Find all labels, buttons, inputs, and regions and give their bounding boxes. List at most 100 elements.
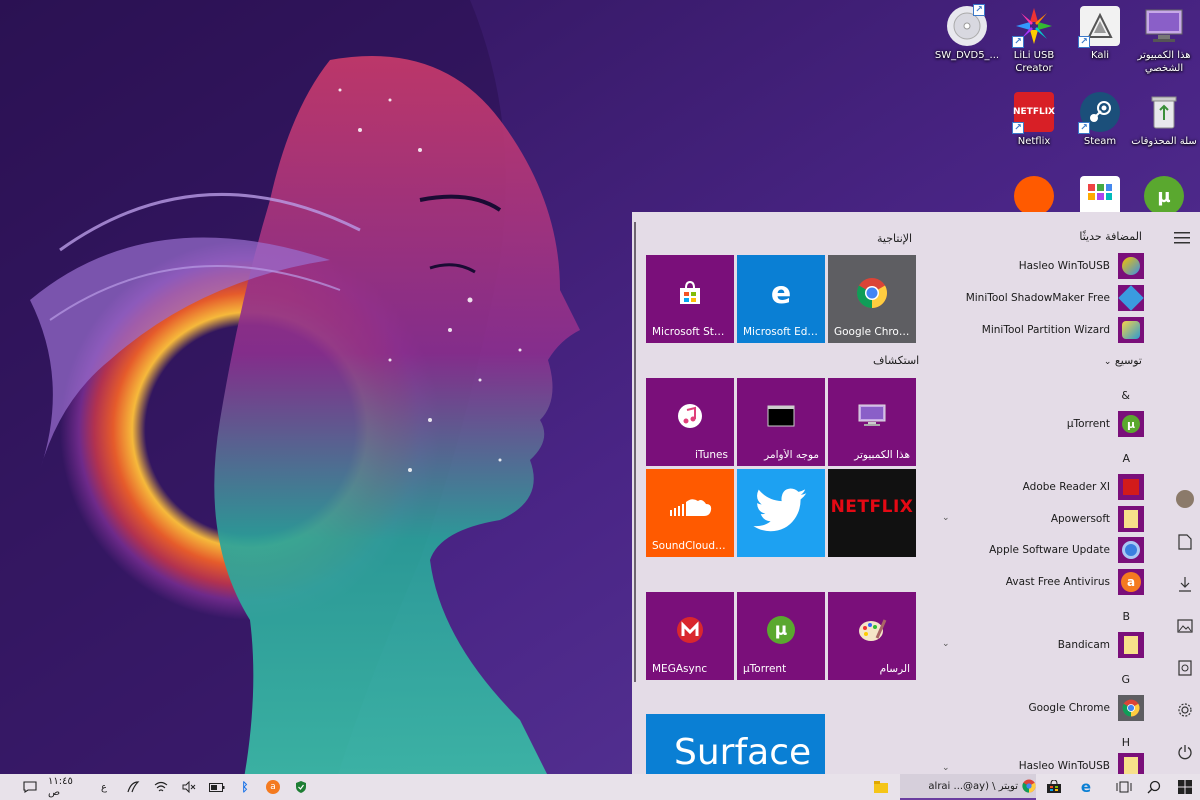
control-panel-icon (1080, 176, 1120, 216)
folder-icon (1118, 632, 1144, 658)
action-center-icon[interactable] (18, 774, 42, 800)
settings-gear-icon[interactable] (1175, 700, 1195, 720)
battery-icon[interactable] (206, 774, 228, 800)
app-label: Apowersoft (1050, 513, 1110, 525)
mega-icon (646, 610, 734, 650)
downloads-icon[interactable] (1175, 574, 1195, 594)
tiles-scrollbar[interactable] (634, 222, 636, 682)
desktop-icon-recycle-bin[interactable]: سلة المحذوفات (1128, 92, 1200, 148)
desktop-icon-netflix[interactable]: NETFLIX ↗ Netflix (998, 92, 1070, 148)
desktop-icon-label: LiLi USB Creator (1013, 50, 1055, 74)
taskbar: ١١:٤٥ ص ع ᛒ a تويتر \ (alrai ...@ay e (0, 774, 1200, 800)
app-list-item[interactable]: Hasleo WinToUSB (944, 252, 1144, 280)
taskbar-chrome-window[interactable]: تويتر \ (alrai ...@ay (900, 774, 1036, 800)
app-list-item[interactable]: MiniTool ShadowMaker Free (944, 284, 1144, 312)
desktop-icon-this-pc[interactable]: هذا الكمبيوتر الشخصي (1128, 6, 1200, 75)
utorrent-icon: µ (737, 610, 825, 650)
security-shield-icon[interactable] (290, 774, 312, 800)
itunes-icon (646, 396, 734, 436)
taskbar-edge[interactable]: e (1072, 774, 1100, 800)
tile-megasync[interactable]: MEGAsync (646, 592, 734, 680)
input-language-indicator[interactable]: ع (94, 774, 114, 800)
tile-label: هذا الكمبيوتر (854, 449, 910, 461)
app-list-item[interactable]: MiniTool Partition Wizard (944, 316, 1144, 344)
app-label: Adobe Reader XI (1022, 481, 1110, 493)
tile-paint[interactable]: الرسام (828, 592, 916, 680)
bluetooth-icon[interactable]: ᛒ (234, 774, 256, 800)
taskbar-file-explorer[interactable] (868, 774, 894, 800)
wifi-icon[interactable] (150, 774, 172, 800)
user-avatar[interactable] (1175, 489, 1195, 509)
hamburger-menu-icon[interactable] (1174, 232, 1190, 244)
tile-microsoft-edge[interactable]: e Microsoft Edge (737, 255, 825, 343)
start-button[interactable] (1170, 774, 1200, 800)
pen-workspace-icon[interactable] (122, 774, 144, 800)
app-list-item[interactable]: Google Chrome (944, 694, 1144, 722)
desktop-icon-steam[interactable]: ↗ Steam (1064, 92, 1136, 148)
documents-icon[interactable] (1175, 532, 1195, 552)
desktop-icon-lili-usb-creator[interactable]: ↗ LiLi USB Creator (998, 6, 1070, 75)
recycle-bin-icon (1144, 92, 1184, 132)
desktop-icon-label: Steam (1083, 136, 1117, 147)
tile-microsoft-store[interactable]: Microsoft Store (646, 255, 734, 343)
tile-command-prompt[interactable]: موجه الأوامر (737, 378, 825, 466)
app-list-item[interactable]: Avast Free Antivirus a (944, 568, 1144, 596)
desktop-icon-kali[interactable]: ↗ Kali (1064, 6, 1136, 62)
recently-added-heading: المضافة حديثًا (1079, 230, 1142, 243)
desktop-icon-label: Netflix (1017, 136, 1051, 147)
kali-icon: ↗ (1078, 6, 1120, 48)
steam-icon: ↗ (1078, 92, 1120, 134)
app-label: Avast Free Antivirus (1005, 576, 1110, 588)
tile-label: µTorrent (743, 663, 787, 675)
task-view-icon[interactable] (1110, 774, 1138, 800)
tile-google-chrome[interactable]: Google Chrome (828, 255, 916, 343)
start-tiles-area: الإنتاجية Microsoft Store e Microsoft Ed… (632, 212, 930, 774)
app-list-item[interactable]: Bandicam (944, 631, 1144, 659)
taskbar-store[interactable] (1040, 774, 1068, 800)
adobe-reader-icon (1118, 474, 1144, 500)
tile-soundcloud[interactable]: SoundCloud f... (646, 469, 734, 557)
tile-itunes[interactable]: iTunes (646, 378, 734, 466)
avast-tray-icon[interactable]: a (262, 774, 284, 800)
chevron-down-icon: ⌄ (1103, 357, 1112, 367)
app-list-item[interactable]: Apowersoft (944, 505, 1144, 533)
app-list-item[interactable]: µTorrent µ (944, 410, 1144, 438)
tile-group-title-productivity[interactable]: الإنتاجية (877, 232, 912, 245)
app-list-item[interactable]: Apple Software Update (944, 536, 1144, 564)
paint-palette-icon (828, 610, 916, 650)
file-explorer-icon[interactable] (1175, 658, 1195, 678)
tile-utorrent[interactable]: µ µTorrent (737, 592, 825, 680)
section-letter[interactable]: & (1121, 389, 1130, 402)
tile-twitter[interactable] (737, 469, 825, 557)
tile-this-pc[interactable]: هذا الكمبيوتر (828, 378, 916, 466)
terminal-icon (737, 396, 825, 436)
power-icon[interactable] (1175, 742, 1195, 762)
taskbar-window-title: تويتر \ (alrai ...@ay (928, 780, 1018, 792)
folder-icon (1118, 506, 1144, 532)
section-letter[interactable]: G (1121, 673, 1130, 686)
tile-label: iTunes (695, 449, 728, 461)
start-menu: الإنتاجية Microsoft Store e Microsoft Ed… (632, 212, 1200, 774)
chrome-icon (828, 273, 916, 313)
utorrent-icon: µ (1118, 411, 1144, 437)
app-list-item[interactable]: Hasleo WinToUSB (944, 752, 1144, 774)
taskbar-clock[interactable]: ١١:٤٥ ص (48, 774, 88, 800)
search-icon[interactable] (1140, 774, 1168, 800)
desktop-icon-sw-dvd5[interactable]: ↗ SW_DVD5_... (931, 4, 1003, 62)
pictures-icon[interactable] (1175, 616, 1195, 636)
app-list-item[interactable]: Adobe Reader XI (944, 473, 1144, 501)
utorrent-glyph: µ (1122, 415, 1140, 433)
tile-surface[interactable]: Surface (646, 714, 825, 774)
netflix-icon: NETFLIX (828, 487, 916, 527)
volume-muted-icon[interactable] (178, 774, 200, 800)
section-letter[interactable]: H (1122, 736, 1130, 749)
tile-group-title-explore[interactable]: استكشاف (873, 354, 919, 367)
tile-label: MEGAsync (652, 663, 708, 675)
section-letter[interactable]: A (1122, 452, 1130, 465)
expand-recent[interactable]: توسيع ⌄ (1104, 354, 1142, 367)
desktop-icon-label: هذا الكمبيوتر الشخصي (1137, 50, 1191, 74)
tile-label: موجه الأوامر (764, 449, 819, 461)
section-letter[interactable]: B (1122, 610, 1130, 623)
desktop-icon-label: Kali (1090, 50, 1110, 61)
tile-netflix[interactable]: NETFLIX (828, 469, 916, 557)
